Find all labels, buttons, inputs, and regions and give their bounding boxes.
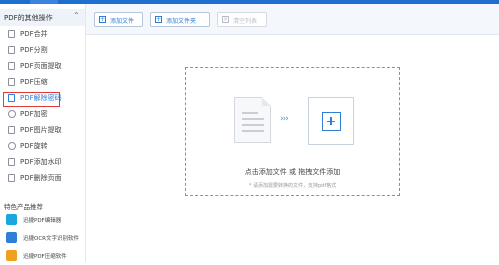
compress-icon xyxy=(8,78,15,86)
sidebar-item-label: PDF添加水印 xyxy=(20,158,62,166)
split-icon xyxy=(8,46,15,54)
toolbar: + 添加文件 + 添加文件夹 × 清空列表 xyxy=(86,4,499,35)
image-icon xyxy=(8,126,15,134)
product-label: 迅捷OCR文字识别软件 xyxy=(23,236,79,242)
drop-zone-instruction: 点击添加文件 或 拖拽文件添加 xyxy=(244,168,341,176)
watermark-icon xyxy=(8,158,15,166)
products-title: 特色产品推荐 xyxy=(4,203,43,211)
product-ocr[interactable]: 迅捷OCR文字识别软件 xyxy=(4,229,84,247)
plus-icon xyxy=(322,112,341,131)
add-target-icon[interactable] xyxy=(308,97,354,145)
sidebar-item-label: PDF图片提取 xyxy=(20,126,62,134)
sidebar-item-pdf-image-extract[interactable]: PDF图片提取 xyxy=(0,122,85,138)
sidebar-item-pdf-watermark[interactable]: PDF添加水印 xyxy=(0,154,85,170)
pdf-compressor-app-icon xyxy=(6,250,17,261)
shield-icon xyxy=(8,110,16,118)
sidebar-item-pdf-split[interactable]: PDF分割 xyxy=(0,42,85,58)
sidebar-header[interactable]: PDF的其他操作 ⌃ xyxy=(0,9,85,26)
sidebar-item-pdf-rotate[interactable]: PDF旋转 xyxy=(0,138,85,154)
sidebar: PDF的其他操作 ⌃ PDF合并 PDF分割 PDF页面提取 PDF压缩 PDF… xyxy=(0,4,86,262)
clear-list-label: 清空列表 xyxy=(233,18,258,25)
sidebar-item-pdf-encrypt[interactable]: PDF加密 xyxy=(0,106,85,122)
product-pdf-compressor[interactable]: 迅捷PDF压缩软件 xyxy=(4,247,84,265)
sidebar-item-pdf-delete-page[interactable]: PDF删除页面 xyxy=(0,170,85,186)
rotate-icon xyxy=(8,142,16,150)
sidebar-item-label: PDF合并 xyxy=(20,30,48,38)
add-folder-button[interactable]: + 添加文件夹 xyxy=(150,12,210,27)
ocr-app-icon xyxy=(6,232,17,243)
sidebar-item-pdf-merge[interactable]: PDF合并 xyxy=(0,26,85,42)
main-panel: + 添加文件 + 添加文件夹 × 清空列表 ››› 点击添加文件 或 拖拽文件添… xyxy=(86,4,499,262)
product-label: 迅捷PDF压缩软件 xyxy=(23,254,67,260)
sidebar-item-label: PDF加密 xyxy=(20,110,48,118)
product-label: 迅捷PDF编辑器 xyxy=(23,218,62,224)
document-icon xyxy=(234,97,271,143)
add-folder-icon: + xyxy=(155,16,162,23)
drop-zone-hint: * 请添加需要转换的文件，支持pdf格式 xyxy=(248,183,337,189)
add-folder-label: 添加文件夹 xyxy=(166,18,197,25)
product-pdf-editor[interactable]: 迅捷PDF编辑器 xyxy=(4,211,84,229)
arrow-right-icon: ››› xyxy=(280,114,289,124)
chevron-up-icon: ⌃ xyxy=(73,11,80,20)
file-drop-zone[interactable]: ››› 点击添加文件 或 拖拽文件添加 * 请添加需要转换的文件，支持pdf格式 xyxy=(185,67,400,196)
selection-highlight xyxy=(3,92,60,107)
sidebar-item-label: PDF压缩 xyxy=(20,78,48,86)
sidebar-item-label: PDF删除页面 xyxy=(20,174,62,182)
sidebar-header-title: PDF的其他操作 xyxy=(4,14,53,22)
add-file-label: 添加文件 xyxy=(110,18,135,25)
clear-list-button[interactable]: × 清空列表 xyxy=(217,12,267,27)
merge-icon xyxy=(8,30,15,38)
sidebar-item-pdf-compress[interactable]: PDF压缩 xyxy=(0,74,85,90)
sidebar-item-label: PDF页面提取 xyxy=(20,62,62,70)
trash-icon: × xyxy=(222,16,229,23)
sidebar-item-label: PDF旋转 xyxy=(20,142,48,150)
sidebar-item-pdf-page-extract[interactable]: PDF页面提取 xyxy=(0,58,85,74)
pdf-editor-app-icon xyxy=(6,214,17,225)
add-file-button[interactable]: + 添加文件 xyxy=(94,12,143,27)
delete-page-icon xyxy=(8,174,15,182)
page-extract-icon xyxy=(8,62,15,70)
add-file-icon: + xyxy=(99,16,106,23)
sidebar-item-label: PDF分割 xyxy=(20,46,48,54)
